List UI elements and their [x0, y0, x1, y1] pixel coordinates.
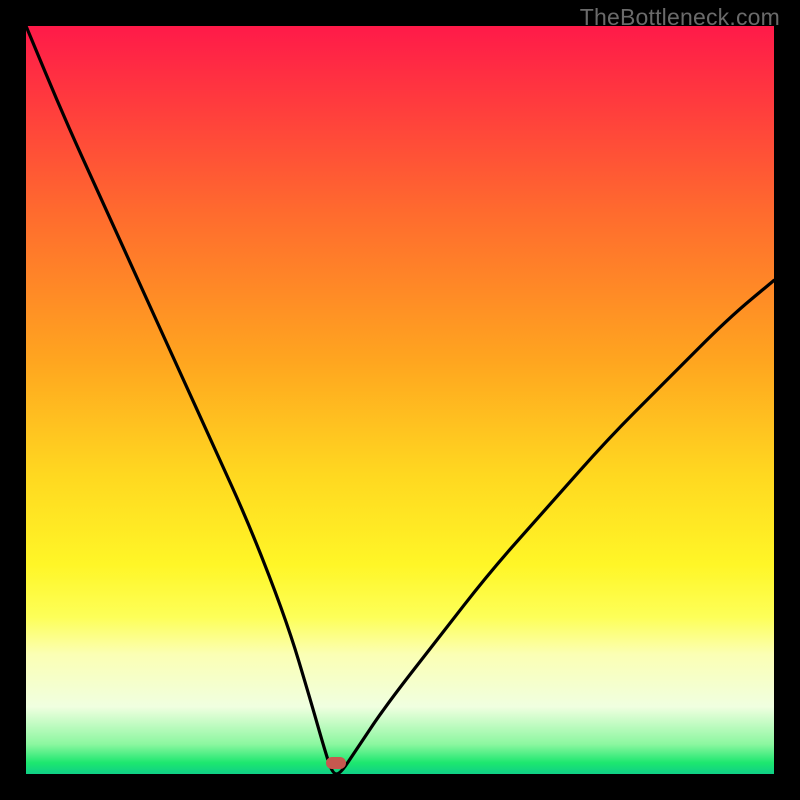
optimal-marker: [326, 757, 346, 769]
chart-frame: TheBottleneck.com: [0, 0, 800, 800]
watermark-text: TheBottleneck.com: [580, 4, 780, 31]
plot-area: [26, 26, 774, 774]
bottleneck-curve: [26, 26, 774, 774]
